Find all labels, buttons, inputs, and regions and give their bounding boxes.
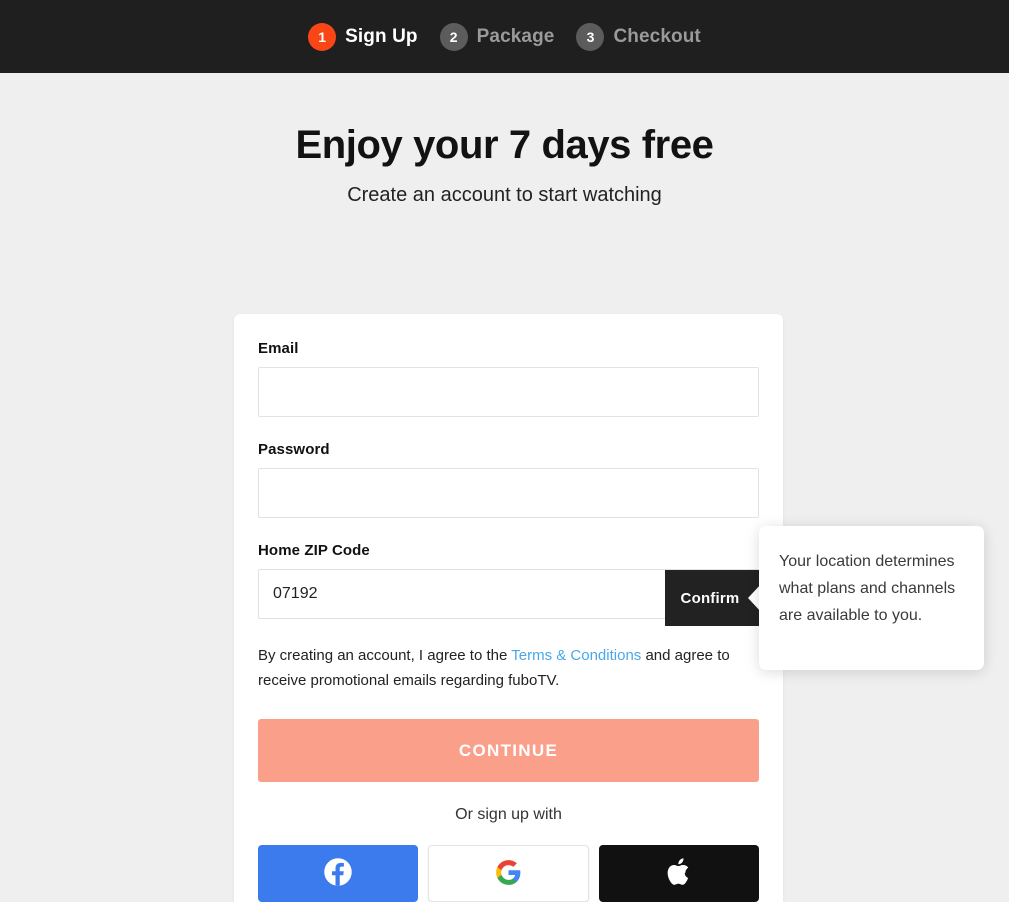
facebook-icon [323, 857, 353, 890]
google-icon [495, 859, 522, 889]
signup-stepper: 1 Sign Up 2 Package 3 Checkout [0, 0, 1009, 73]
step-label-sign-up: Sign Up [345, 25, 418, 47]
social-signup-row [258, 845, 760, 902]
stepper-step-package[interactable]: 2 Package [439, 22, 555, 51]
apple-icon [665, 856, 693, 891]
google-signup-button[interactable] [427, 845, 590, 902]
step-number-badge-3: 3 [576, 22, 605, 51]
zip-confirm-label: Confirm [680, 589, 740, 607]
terms-and-conditions-link[interactable]: Terms & Conditions [511, 647, 641, 664]
email-input[interactable] [258, 367, 759, 417]
page-subtitle: Create an account to start watching [347, 184, 662, 206]
step-label-checkout: Checkout [613, 25, 701, 47]
apple-signup-button[interactable] [599, 845, 760, 902]
terms-text-before: By creating an account, I agree to the [258, 647, 512, 664]
step-label-package: Package [476, 25, 555, 47]
facebook-signup-button[interactable] [258, 845, 418, 902]
stepper-step-sign-up[interactable]: 1 Sign Up [308, 22, 418, 51]
signup-page: Enjoy your 7 days free Create an account… [0, 73, 1009, 902]
social-divider-label: Or sign up with [455, 806, 562, 823]
step-number-badge-2: 2 [439, 22, 468, 51]
step-number-badge-1: 1 [308, 22, 337, 51]
page-title: Enjoy your 7 days free [295, 123, 714, 167]
password-label: Password [258, 441, 330, 458]
terms-text: By creating an account, I agree to the T… [258, 643, 759, 693]
stepper-step-checkout[interactable]: 3 Checkout [576, 22, 701, 51]
email-label: Email [258, 340, 299, 357]
location-tooltip-text: Your location determines what plans and … [779, 553, 956, 624]
zip-confirm-button[interactable]: Confirm [665, 570, 762, 626]
location-tooltip: Your location determines what plans and … [759, 526, 984, 670]
password-input[interactable] [258, 468, 759, 518]
zip-label: Home ZIP Code [258, 542, 370, 559]
continue-button[interactable]: CONTINUE [258, 719, 759, 782]
